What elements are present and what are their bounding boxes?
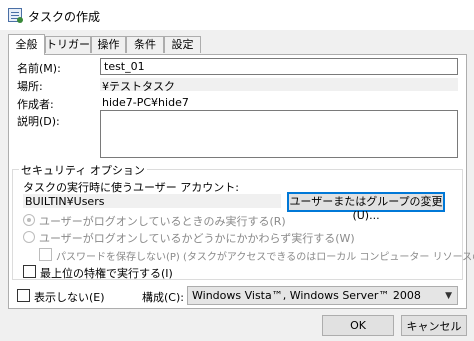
checkbox-hidden[interactable] [17, 289, 30, 302]
radio-run-whether-logged-on[interactable] [23, 231, 35, 243]
cancel-button[interactable]: キャンセル [401, 315, 467, 336]
title-bar: タスクの作成 [0, 0, 474, 30]
radio-run-whether-logged-on-label: ユーザーがログオンしているかどうかにかかわらず実行する(W) [39, 232, 355, 245]
account-prompt: タスクの実行時に使うユーザー アカウント: [23, 181, 239, 194]
tab-general[interactable]: 全般 [8, 34, 45, 55]
chevron-down-icon: ▼ [445, 291, 452, 301]
tab-settings[interactable]: 設定 [164, 36, 201, 53]
author-value: hide7-PC¥hide7 [102, 96, 189, 109]
checkbox-do-not-store-password[interactable] [39, 248, 52, 261]
tab-actions[interactable]: 操作 [91, 36, 126, 53]
checkbox-do-not-store-password-label: パスワードを保存しない(P) (タスクがアクセスできるのはローカル コンピュータ… [56, 252, 474, 263]
description-label: 説明(D): [17, 115, 60, 128]
location-label: 場所: [17, 80, 43, 93]
window-title: タスクの作成 [28, 10, 101, 24]
radio-logged-on-only[interactable] [23, 214, 35, 226]
general-tab-panel: 名前(M): 場所: ¥テストタスク 作成者: hide7-PC¥hide7 説… [8, 54, 474, 309]
checkbox-highest-privileges[interactable] [23, 265, 36, 278]
configure-label: 構成(C): [142, 291, 184, 304]
configure-for-select[interactable]: Windows Vista™, Windows Server™ 2008 ▼ [187, 286, 458, 305]
author-label: 作成者: [17, 98, 54, 111]
account-value: BUILTIN¥Users [25, 195, 105, 208]
name-label: 名前(M): [17, 62, 61, 75]
radio-logged-on-only-label: ユーザーがログオンしているときのみ実行する(R) [39, 215, 286, 228]
task-scheduler-icon [8, 8, 23, 23]
location-value: ¥テストタスク [102, 80, 175, 93]
name-input[interactable] [100, 58, 458, 75]
tab-conditions[interactable]: 条件 [126, 36, 164, 53]
checkbox-hidden-label: 表示しない(E) [34, 291, 105, 304]
tab-strip: 全般 トリガー 操作 条件 設定 [8, 34, 468, 55]
security-options-title: セキュリティ オプション [19, 162, 147, 178]
configure-for-value: Windows Vista™, Windows Server™ 2008 [192, 289, 421, 302]
change-user-button[interactable]: ユーザーまたはグループの変更(U)... [287, 192, 445, 222]
checkbox-highest-privileges-label: 最上位の特権で実行する(I) [40, 267, 173, 280]
tab-triggers[interactable]: トリガー [45, 36, 91, 53]
description-textarea[interactable] [100, 110, 458, 158]
ok-button[interactable]: OK [322, 315, 394, 336]
